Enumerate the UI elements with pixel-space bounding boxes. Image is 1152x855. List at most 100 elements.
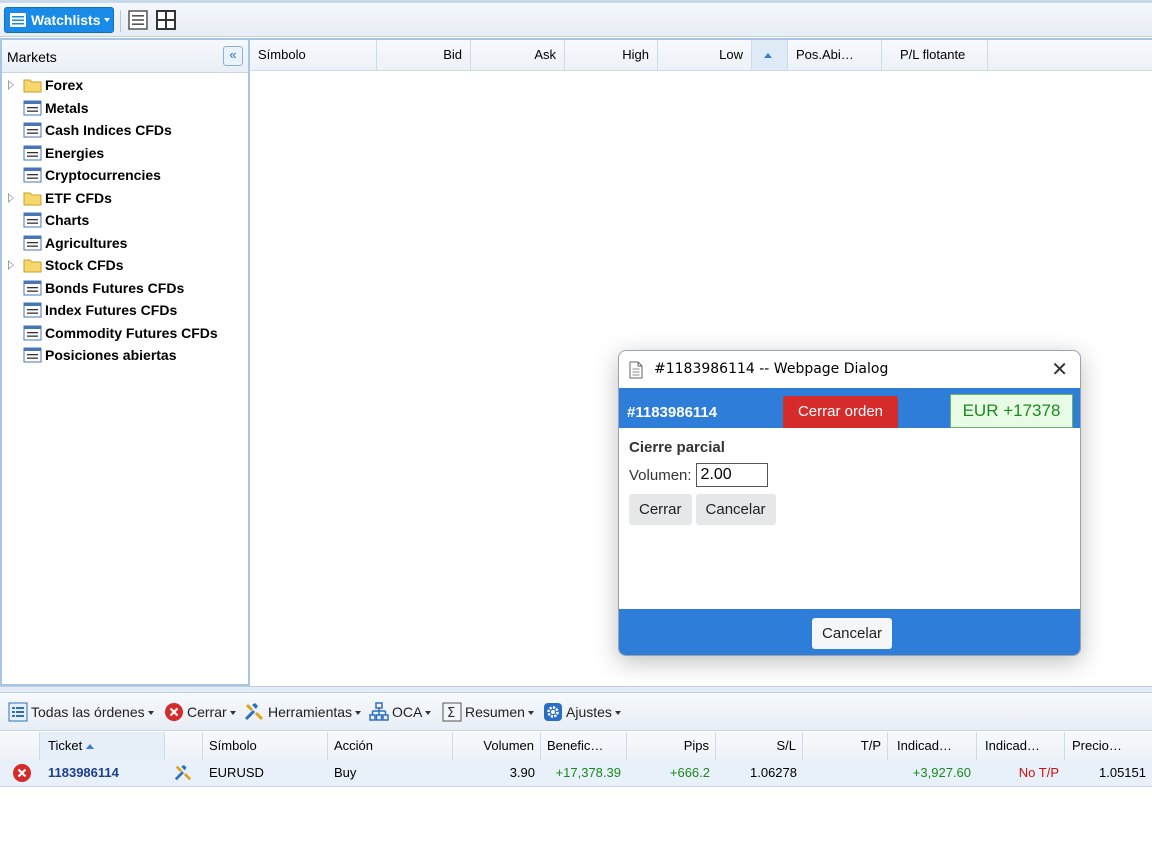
col-indicator-2[interactable]: Indicad… [977, 732, 1065, 760]
gear-icon [544, 703, 562, 721]
tools-menu[interactable]: Herramientas [243, 701, 362, 723]
expand-arrow-icon[interactable] [8, 260, 14, 270]
row-sl: 1.06278 [750, 765, 797, 780]
close-icon[interactable]: ✕ [1051, 357, 1068, 381]
partial-close-buttons: Cerrar Cancelar [629, 494, 780, 525]
folder-icon [23, 259, 42, 273]
col-ask[interactable]: Ask [471, 40, 565, 70]
partial-close-heading: Cierre parcial [629, 439, 725, 456]
settings-menu[interactable]: Ajustes [543, 701, 621, 723]
dialog-order-bar: #1183986114 Cerrar orden EUR +17378 [619, 388, 1080, 428]
chevron-down-icon [355, 711, 362, 715]
footer-cancel-button[interactable]: Cancelar [812, 618, 893, 649]
list-icon [23, 122, 42, 138]
col-profit[interactable]: Benefic… [541, 732, 627, 760]
row-action: Buy [334, 765, 357, 780]
tree-item-commodity-futures[interactable]: Commodity Futures CFDs [2, 322, 248, 345]
watchlists-label: Watchlists [31, 12, 101, 28]
col-indicator-1[interactable]: Indicad… [888, 732, 977, 760]
col-status [0, 732, 40, 760]
summary-menu[interactable]: Σ Resumen [442, 701, 534, 723]
tools-icon[interactable] [172, 764, 194, 782]
tree-item-cryptocurrencies[interactable]: Cryptocurrencies [2, 164, 248, 187]
markets-title: Markets [7, 49, 57, 65]
col-sort[interactable] [752, 40, 788, 70]
folder-icon [23, 79, 42, 93]
col-pips[interactable]: Pips [627, 732, 716, 760]
panel-splitter[interactable] [0, 686, 1152, 693]
list-icon [8, 702, 28, 722]
partial-close-section: Cierre parcial Volumen: [629, 439, 768, 487]
tools-icon [244, 703, 264, 721]
sigma-icon: Σ [442, 702, 462, 722]
sort-ascending-icon [86, 744, 95, 749]
row-profit: +17,378.39 [555, 765, 621, 780]
tree-item-stock-cfds[interactable]: Stock CFDs [2, 254, 248, 277]
list-view-icon[interactable] [128, 10, 148, 30]
partial-close-button[interactable]: Cerrar [629, 494, 692, 525]
col-sl[interactable]: S/L [716, 732, 803, 760]
tree-item-forex[interactable]: Forex [2, 74, 248, 97]
col-price[interactable]: Precio… [1065, 732, 1152, 760]
expand-arrow-icon[interactable] [8, 192, 14, 203]
tree-item-bonds-futures[interactable]: Bonds Futures CFDs [2, 277, 248, 300]
col-floating-pl[interactable]: P/L flotante [882, 40, 988, 70]
tree-item-index-futures[interactable]: Index Futures CFDs [2, 299, 248, 322]
close-order-button[interactable]: Cerrar orden [783, 396, 898, 428]
tree-item-energies[interactable]: Energies [2, 142, 248, 165]
markets-panel: Markets « Forex Metals Cash Indices CFDs… [0, 38, 250, 686]
col-open-positions[interactable]: Pos.Abi… [788, 40, 882, 70]
oca-menu[interactable]: OCA [369, 701, 432, 723]
col-ticket[interactable]: Ticket [40, 732, 165, 760]
orders-header: Ticket Símbolo Acción Volumen Benefic… P… [0, 732, 1152, 761]
row-indicator-1: +3,927.60 [912, 765, 971, 780]
chevron-down-icon [614, 711, 621, 715]
col-tp[interactable]: T/P [803, 732, 888, 760]
tree-item-etf-cfds[interactable]: ETF CFDs [2, 187, 248, 210]
col-volume[interactable]: Volumen [453, 732, 541, 760]
dialog-ticket: #1183986114 [627, 404, 718, 421]
dialog-title: #1183986114 -- Webpage Dialog [654, 361, 889, 377]
top-toolbar: Watchlists [0, 0, 1152, 37]
dialog-titlebar: #1183986114 -- Webpage Dialog ✕ [619, 351, 1080, 388]
list-icon [23, 235, 42, 250]
col-high[interactable]: High [565, 40, 658, 70]
col-low[interactable]: Low [658, 40, 752, 70]
volume-row: Volumen: [629, 463, 768, 487]
volume-input[interactable] [695, 463, 768, 487]
col-action[interactable]: Acción [328, 732, 453, 760]
col-symbol[interactable]: Símbolo [250, 40, 377, 70]
watchlists-button[interactable]: Watchlists [4, 7, 114, 33]
row-pips: +666.2 [669, 765, 710, 780]
col-symbol[interactable]: Símbolo [203, 732, 328, 760]
tree-item-agricultures[interactable]: Agricultures [2, 232, 248, 255]
close-menu[interactable]: Cerrar [164, 701, 236, 723]
tree-item-metals[interactable]: Metals [2, 97, 248, 120]
row-tp [803, 760, 888, 786]
all-orders-menu[interactable]: Todas las órdenes [8, 701, 154, 723]
volume-label: Volumen: [629, 466, 692, 484]
orders-toolbar: Todas las órdenes Cerrar Herramientas OC… [0, 693, 1152, 731]
ticket-link[interactable]: 1183986114 [42, 760, 165, 786]
tree-item-cash-indices[interactable]: Cash Indices CFDs [2, 119, 248, 142]
tree-item-charts[interactable]: Charts [2, 209, 248, 232]
close-order-dialog: #1183986114 -- Webpage Dialog ✕ #1183986… [618, 350, 1081, 656]
chevron-down-icon [147, 711, 154, 715]
tree-item-open-positions[interactable]: Posiciones abiertas [2, 344, 248, 367]
markets-header: Markets « [2, 40, 248, 73]
close-order-icon[interactable] [12, 763, 32, 783]
chevron-down-icon [527, 711, 534, 715]
partial-cancel-button[interactable]: Cancelar [695, 494, 776, 525]
watchlist-icon [10, 13, 26, 27]
grid-view-icon[interactable] [156, 10, 176, 30]
col-bid[interactable]: Bid [377, 40, 471, 70]
row-symbol: EURUSD [209, 765, 264, 780]
grid-header: Símbolo Bid Ask High Low Pos.Abi… P/L fl… [250, 40, 1152, 71]
collapse-panel-button[interactable]: « [223, 46, 243, 66]
chevron-down-icon [425, 711, 432, 715]
expand-arrow-icon[interactable] [8, 80, 14, 90]
hierarchy-icon [369, 702, 389, 721]
table-row[interactable]: 1183986114 EURUSD Buy 3.90 +17,378.39 +6… [0, 760, 1152, 787]
chevron-down-icon [103, 18, 110, 22]
toolbar-divider [120, 10, 121, 32]
